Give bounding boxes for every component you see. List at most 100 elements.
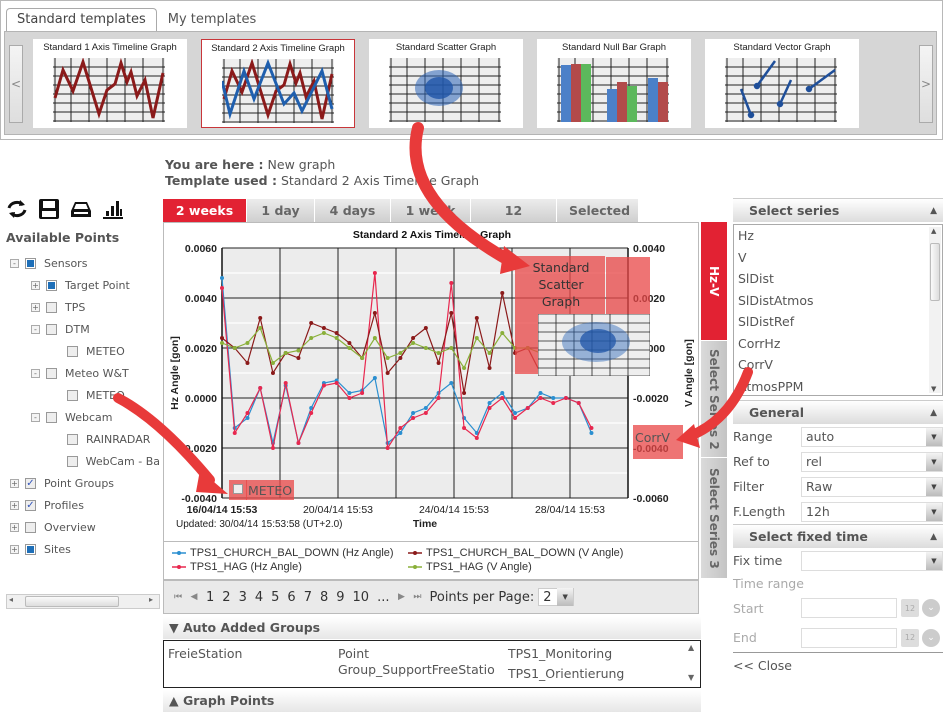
series-item[interactable]: SlDist: [734, 268, 942, 290]
tree-item[interactable]: METEO: [10, 384, 160, 406]
tree-checkbox[interactable]: [25, 521, 36, 533]
page-link[interactable]: 9: [336, 590, 344, 605]
group-item[interactable]: TPS1_Monitoring: [508, 646, 612, 661]
tree-checkbox[interactable]: [46, 279, 57, 291]
collapse-icon[interactable]: -: [31, 324, 40, 334]
tree-item[interactable]: + Point Groups: [10, 472, 160, 494]
tree-checkbox[interactable]: [67, 345, 78, 357]
tree-horizontal-scrollbar[interactable]: ◂ ▸: [6, 594, 160, 609]
tree-checkbox[interactable]: [66, 455, 78, 467]
legend-item[interactable]: TPS1_CHURCH_BAL_DOWN (Hz Angle): [172, 547, 394, 559]
page-link[interactable]: 4: [255, 590, 263, 605]
tree-item[interactable]: RAINRADAR: [10, 428, 160, 450]
tree-checkbox[interactable]: [25, 499, 36, 511]
tree-checkbox[interactable]: [46, 367, 57, 379]
page-link[interactable]: 8: [320, 590, 328, 605]
page-link[interactable]: ...: [377, 590, 389, 605]
scroll-up-icon[interactable]: ▲: [688, 643, 694, 652]
field-select[interactable]: 12h ▼: [801, 501, 943, 522]
series-item[interactable]: CorrHz: [734, 333, 942, 355]
tree-checkbox[interactable]: [46, 323, 57, 335]
collapse-icon[interactable]: -: [31, 412, 40, 422]
tab-my-templates[interactable]: My templates: [157, 8, 268, 32]
end-input[interactable]: [801, 627, 897, 648]
clock-icon[interactable]: ⌄: [922, 628, 940, 647]
series-item[interactable]: V: [734, 247, 942, 269]
field-select[interactable]: Raw ▼: [801, 476, 943, 497]
page-link[interactable]: 3: [239, 590, 247, 605]
tree-item[interactable]: - Webcam: [10, 406, 160, 428]
legend-item[interactable]: TPS1_CHURCH_BAL_DOWN (V Angle): [408, 547, 623, 559]
side-tab-hz-v[interactable]: Hz-V: [701, 222, 727, 340]
expand-icon[interactable]: +: [31, 302, 40, 312]
tab-2-weeks[interactable]: 2 weeks: [163, 199, 247, 222]
series-item[interactable]: SlDistRef: [734, 311, 942, 333]
tree-checkbox[interactable]: [67, 433, 78, 445]
tree-item[interactable]: - Sensors: [10, 252, 160, 274]
expand-icon[interactable]: +: [10, 500, 19, 510]
expand-icon[interactable]: +: [10, 522, 19, 532]
tree-item[interactable]: METEO: [10, 340, 160, 362]
tree-checkbox[interactable]: [67, 389, 78, 401]
page-link[interactable]: 1: [206, 590, 214, 605]
drive-icon[interactable]: [69, 197, 93, 221]
series-scrollbar[interactable]: ▲ ▼: [929, 227, 941, 393]
side-tab-select-series-3[interactable]: Select Series 3: [701, 458, 727, 578]
chart-icon[interactable]: [101, 197, 125, 221]
series-item[interactable]: Hz: [734, 225, 942, 247]
scroll-left-icon[interactable]: ◂: [9, 595, 13, 604]
expand-icon[interactable]: +: [10, 544, 19, 554]
prev-template-button[interactable]: <: [9, 45, 23, 123]
tree-item[interactable]: - DTM: [10, 318, 160, 340]
group-item[interactable]: FreieStation: [168, 646, 242, 661]
points-per-page-select[interactable]: 2 ▼: [538, 588, 575, 606]
tree-checkbox[interactable]: [25, 257, 36, 269]
first-page-button[interactable]: ⏮: [170, 589, 186, 605]
close-link[interactable]: << Close: [733, 658, 943, 673]
side-tab-select-series-2[interactable]: Select Series 2: [701, 341, 727, 457]
scroll-down-icon[interactable]: ▼: [931, 385, 936, 393]
tree-item[interactable]: + Target Point: [10, 274, 160, 296]
scroll-thumb[interactable]: [25, 596, 119, 607]
page-link[interactable]: 10: [353, 590, 370, 605]
tree-item[interactable]: + Profiles: [10, 494, 160, 516]
tree-item[interactable]: WebCam - Ba: [10, 450, 160, 472]
tree-checkbox[interactable]: [25, 477, 36, 489]
graph-points-header[interactable]: ▲ Graph Points: [163, 690, 701, 712]
collapse-icon[interactable]: -: [10, 258, 19, 268]
select-series-header[interactable]: Select series ▲: [733, 198, 943, 222]
auto-added-groups-header[interactable]: ▼ Auto Added Groups: [163, 617, 701, 639]
select-fixed-time-header[interactable]: Select fixed time ▲: [733, 524, 943, 548]
scroll-down-icon[interactable]: ▼: [688, 673, 694, 682]
collapse-icon[interactable]: -: [31, 368, 40, 378]
legend-item[interactable]: TPS1_HAG (V Angle): [408, 561, 532, 573]
series-item[interactable]: AtmosPPM: [734, 376, 942, 398]
tab-selected[interactable]: Selected: [557, 199, 639, 222]
template-card-2axis[interactable]: Standard 2 Axis Timeline Graph: [201, 39, 355, 128]
calendar-icon[interactable]: 12: [901, 628, 919, 647]
scroll-right-icon[interactable]: ▸: [149, 595, 153, 604]
page-link[interactable]: 2: [222, 590, 230, 605]
tree-item[interactable]: + Sites: [10, 538, 160, 560]
tab-4-days[interactable]: 4 days: [315, 199, 391, 222]
group-item[interactable]: TPS1_Orientierung: [508, 666, 624, 681]
field-select[interactable]: auto ▼: [801, 426, 943, 447]
template-card-null-bar[interactable]: Standard Null Bar Graph: [537, 39, 691, 128]
tree-checkbox[interactable]: [25, 543, 36, 555]
start-input[interactable]: [801, 598, 897, 618]
tab-1-week[interactable]: 1 week: [391, 199, 471, 222]
next-template-button[interactable]: >: [919, 45, 933, 123]
tree-checkbox[interactable]: [46, 301, 57, 313]
calendar-icon[interactable]: 12: [901, 599, 919, 617]
prev-page-button[interactable]: ◀: [186, 589, 202, 605]
tab-standard-templates[interactable]: Standard templates: [6, 8, 157, 32]
last-page-button[interactable]: ⏭: [409, 589, 425, 605]
group-item[interactable]: Group_SupportFreeStatio: [338, 662, 495, 677]
clock-icon[interactable]: ⌄: [922, 599, 940, 617]
tab-12-hours[interactable]: 12 hours: [471, 199, 557, 241]
general-header[interactable]: General ▲: [733, 400, 943, 424]
fix-time-select[interactable]: ▼: [801, 550, 943, 571]
legend-item[interactable]: TPS1_HAG (Hz Angle): [172, 561, 302, 573]
scroll-thumb[interactable]: [930, 243, 940, 301]
tree-checkbox[interactable]: [46, 411, 57, 423]
